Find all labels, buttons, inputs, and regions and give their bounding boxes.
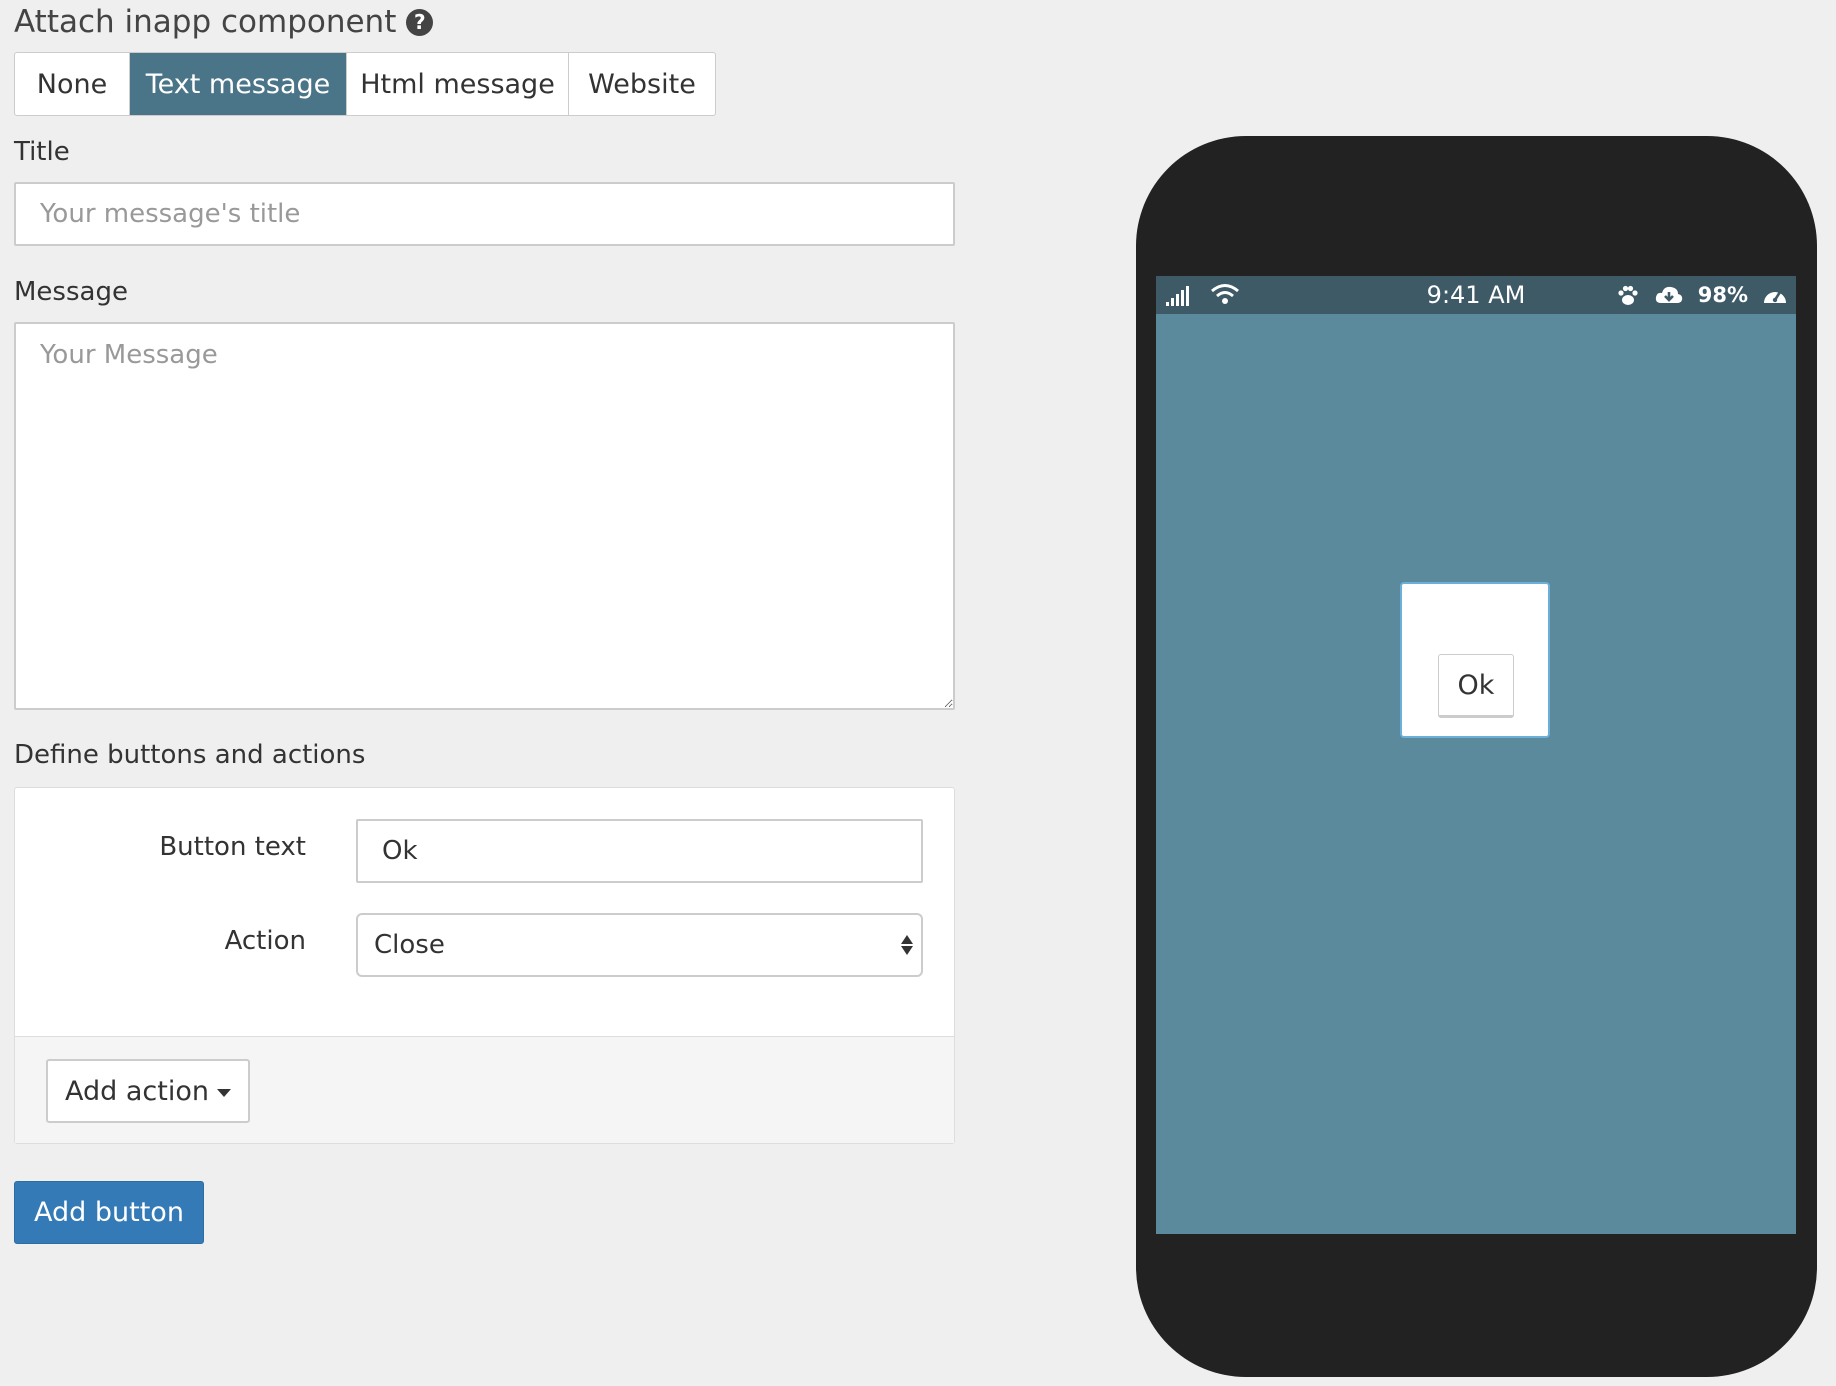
- button-definition-panel: Button text Action Close Add action: [14, 787, 955, 1144]
- buttons-section-heading: Define buttons and actions: [14, 740, 366, 770]
- phone-screen: 9:41 AM 98% Ok: [1156, 276, 1796, 1234]
- select-arrows-icon: [901, 935, 913, 955]
- panel-footer: Add action: [15, 1036, 954, 1143]
- add-action-button[interactable]: Add action: [46, 1059, 250, 1123]
- dashboard-icon: [1764, 291, 1786, 303]
- section-title: Attach inapp component: [14, 4, 397, 40]
- option-website[interactable]: Website: [569, 53, 715, 115]
- add-button[interactable]: Add button: [14, 1181, 204, 1244]
- button-text-input[interactable]: [356, 819, 923, 883]
- inapp-dialog-preview: Ok: [1400, 582, 1550, 738]
- add-action-label: Add action: [65, 1075, 209, 1107]
- component-type-selector: None Text message Html message Website: [14, 52, 716, 116]
- title-label: Title: [14, 137, 70, 167]
- cloud-download-icon: [1655, 286, 1682, 303]
- message-label: Message: [14, 277, 128, 307]
- caret-down-icon: [216, 1089, 231, 1097]
- dialog-ok-button[interactable]: Ok: [1438, 654, 1514, 718]
- phone-preview: 9:41 AM 98% Ok: [1136, 136, 1817, 1377]
- message-textarea[interactable]: [14, 322, 955, 710]
- status-bar: 9:41 AM 98%: [1156, 276, 1796, 314]
- section-heading: Attach inapp component ?: [14, 0, 434, 44]
- option-none[interactable]: None: [15, 53, 130, 115]
- option-text-message[interactable]: Text message: [130, 53, 347, 115]
- option-html-message[interactable]: Html message: [347, 53, 569, 115]
- action-select-value: Close: [374, 930, 445, 960]
- status-right-icons: 98%: [1616, 276, 1788, 314]
- action-select[interactable]: Close: [356, 913, 923, 977]
- title-input[interactable]: [14, 182, 955, 246]
- question-circle-icon[interactable]: ?: [406, 8, 434, 36]
- button-text-label: Button text: [159, 832, 306, 862]
- paw-icon: [1618, 285, 1638, 305]
- action-label: Action: [224, 926, 306, 956]
- battery-level: 98%: [1697, 283, 1748, 307]
